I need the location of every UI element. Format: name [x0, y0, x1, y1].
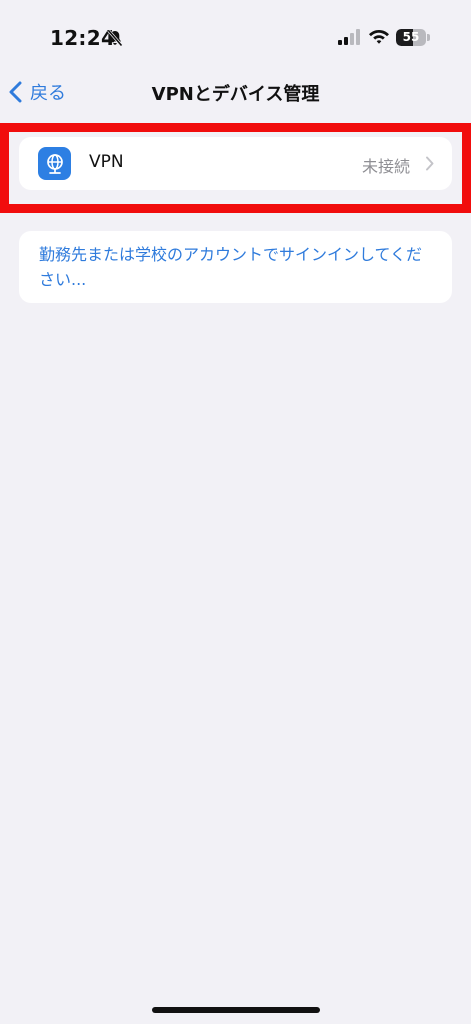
page-title: VPNとデバイス管理 — [151, 84, 320, 105]
bell-slash-icon — [107, 29, 123, 47]
battery-icon: 55 — [396, 29, 430, 46]
battery-level: 55 — [402, 30, 420, 44]
globe-network-icon — [38, 147, 71, 180]
status-bar: 12:24 55 — [0, 0, 471, 70]
vpn-row[interactable]: VPN 未接続 — [19, 137, 452, 190]
vpn-label: VPN — [89, 152, 124, 172]
settings-screen: 12:24 55 戻る VPNとデバイス管理 VPN 未接続 勤務先または学校の… — [0, 0, 471, 1024]
navigation-bar: 戻る VPNとデバイス管理 — [0, 70, 471, 114]
signin-account-link[interactable]: 勤務先または学校のアカウントでサインインしてください... — [19, 231, 452, 303]
vpn-status: 未接続 — [361, 157, 410, 176]
home-indicator[interactable] — [152, 1007, 320, 1013]
chevron-right-icon — [426, 156, 434, 171]
wifi-icon — [369, 30, 389, 44]
signin-text: 勤務先または学校のアカウントでサインインしてください... — [39, 245, 423, 289]
cellular-signal-icon — [338, 29, 360, 45]
